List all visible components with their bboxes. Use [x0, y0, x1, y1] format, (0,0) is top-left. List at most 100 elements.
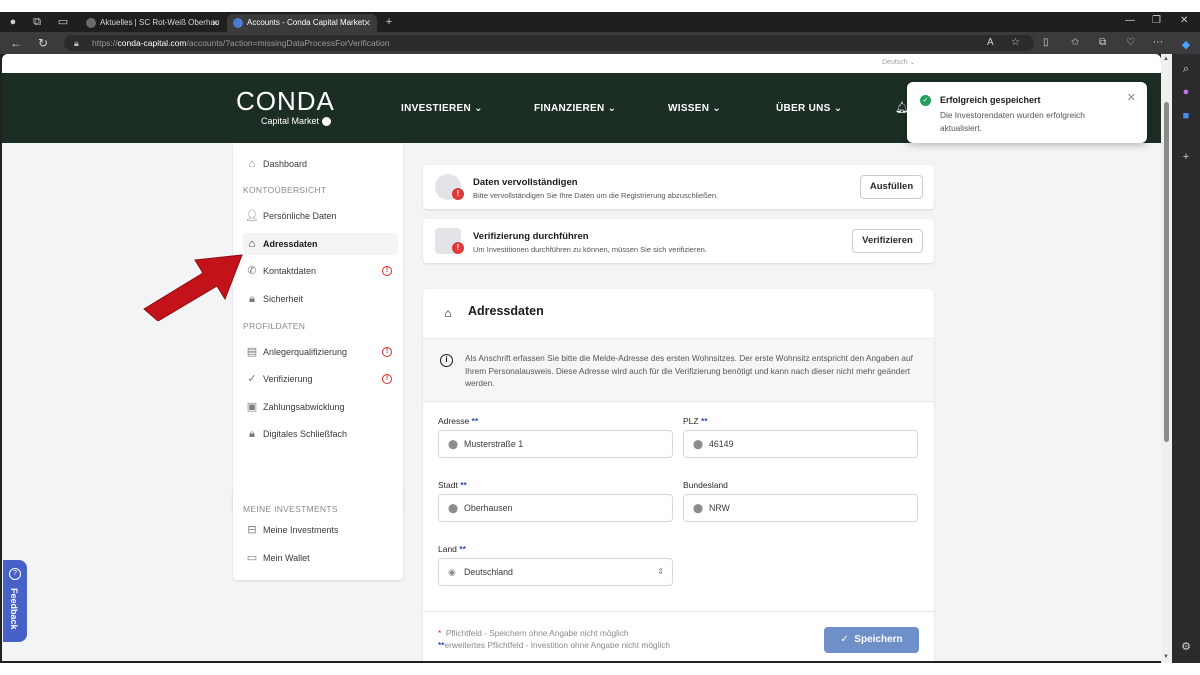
nav-wissen[interactable]: WISSEN ⌄ — [668, 103, 721, 114]
conda-logo[interactable]: CONDA — [236, 86, 335, 117]
split-screen-icon[interactable]: ▯ — [1043, 37, 1049, 48]
browser-essentials-icon[interactable]: ♡ — [1126, 37, 1135, 48]
account-sidebar: ⌂ Dashboard KONTOÜBERSICHT 👤︎ Persönliche … — [233, 143, 403, 513]
more-menu-icon[interactable]: ⋯ — [1153, 37, 1163, 48]
read-aloud-icon[interactable]: A — [987, 37, 994, 48]
sidebar-item-meine-investments[interactable]: ⊟ Meine Investments — [243, 519, 398, 541]
favorite-star-icon[interactable]: ☆ — [1011, 37, 1020, 48]
tab-close-icon[interactable]: ✕ — [363, 14, 371, 32]
home-outline-icon: ⌂ — [444, 306, 452, 320]
success-check-icon: ✓ — [920, 95, 931, 106]
phone-icon: ✆ — [247, 265, 257, 277]
nav-label: WISSEN — [668, 103, 710, 114]
sidebar-item-mein-wallet[interactable]: ▭ Mein Wallet — [243, 547, 398, 569]
adresse-label: Adresse ** — [438, 416, 478, 426]
url-prefix: https:// — [92, 38, 118, 48]
toast-message: Die Investorendaten wurden erfolgreich a… — [940, 110, 1085, 133]
warning-icon: ! — [382, 374, 392, 384]
globe-icon: ◉ — [448, 567, 456, 577]
settings-gear-icon[interactable]: ⚙ — [1179, 640, 1193, 654]
browser-sidebar: ◆ ⌕ ● ■ + ⚙ — [1172, 39, 1200, 663]
minimize-icon[interactable]: — — [1125, 15, 1135, 26]
check-circle-icon: ✓ — [247, 373, 257, 385]
sidebar-section-kontouebersicht: KONTOÜBERSICHT — [243, 185, 327, 195]
verifizieren-button[interactable]: Verifizieren — [852, 229, 923, 253]
bundesland-input[interactable]: ⬤ NRW — [683, 494, 918, 522]
document-icon: ▤ — [246, 346, 258, 358]
sidebar-item-label: Adressdaten — [263, 239, 318, 249]
maximize-icon[interactable]: ❐ — [1152, 15, 1161, 26]
stadt-input[interactable]: ⬤ Oberhausen — [438, 494, 673, 522]
feedback-label: Feedback — [9, 588, 19, 630]
sidebar-item-label: Anlegerqualifizierung — [263, 347, 348, 357]
investments-sidebar: MEINE INVESTMENTS ⊟ Meine Investments ▭ Me… — [233, 487, 403, 580]
sidebar-item-kontaktdaten[interactable]: ✆ Kontaktdaten! — [243, 260, 398, 282]
save-button[interactable]: ✓ Speichern — [824, 627, 919, 653]
add-sidebar-app-icon[interactable]: + — [1179, 150, 1193, 164]
tab-actions-icon[interactable]: ▭ — [56, 15, 70, 29]
task-subtitle: Um Investitionen durchführen zu können, … — [473, 245, 707, 254]
tab-close-icon[interactable]: ✕ — [211, 14, 219, 32]
nav-finanzieren[interactable]: FINANZIEREN ⌄ — [534, 103, 616, 114]
tab-favicon-icon — [86, 18, 96, 28]
collections-icon[interactable]: ⧉ — [1099, 37, 1106, 48]
profile-avatar-icon[interactable]: ● — [6, 15, 20, 29]
plz-input[interactable]: ⬤ 46149 — [683, 430, 918, 458]
sidebar-item-anlegerqualifizierung[interactable]: ▤ Anlegerqualifizierung! — [243, 341, 398, 363]
nav-ueber-uns[interactable]: ÜBER UNS ⌄ — [776, 103, 842, 114]
copilot-icon[interactable]: ◆ — [1179, 38, 1193, 52]
scroll-down-icon[interactable]: ▼ — [1163, 654, 1169, 660]
land-select[interactable]: ◉ Deutschland ⇕ — [438, 558, 673, 586]
sidebar-item-label: Digitales Schließfach — [263, 429, 348, 439]
required-note: * Pflichtfeld - Speichern ohne Angabe ni… — [438, 628, 629, 638]
workspaces-icon[interactable]: ⧉ — [30, 15, 44, 29]
address-form-card: ⌂ Adressdaten i Als Anschrift erfassen S… — [423, 289, 934, 661]
shopping-icon[interactable]: ● — [1179, 85, 1193, 99]
ausfuellen-button[interactable]: Ausfüllen — [860, 175, 923, 199]
title-bar: ● ⧉ ▭ Aktuelles | SC Rot-Weiß Oberhau ✕ … — [0, 12, 1200, 32]
info-box: i Als Anschrift erfassen Sie bitte die M… — [423, 338, 934, 402]
location-pin-icon: ⬤ — [693, 439, 704, 449]
task-title: Verifizierung durchführen — [473, 231, 589, 242]
favorites-icon[interactable]: ✩ — [1071, 37, 1079, 48]
extended-note-text: erweitertes Pflichtfeld - Investition oh… — [444, 640, 670, 650]
nav-label: INVESTIEREN — [401, 103, 471, 114]
outlook-icon[interactable]: ■ — [1179, 109, 1193, 123]
tab-favicon-icon — [233, 18, 243, 28]
lock-icon: 🔒︎ — [249, 293, 255, 305]
close-window-icon[interactable]: ✕ — [1180, 15, 1188, 26]
bag-icon: ⊟ — [247, 524, 257, 536]
page-scrollbar[interactable]: ▲ ▼ — [1161, 54, 1172, 663]
scroll-up-icon[interactable]: ▲ — [1163, 56, 1169, 62]
sidebar-item-zahlungsabwicklung[interactable]: ▣ Zahlungsabwicklung — [243, 396, 398, 418]
sidebar-item-digitales-schliessfach[interactable]: 🔒︎ Digitales Schließfach — [243, 423, 398, 445]
refresh-icon[interactable]: ↻ — [38, 36, 48, 50]
sidebar-item-verifizierung[interactable]: ✓ Verifizierung! — [243, 368, 398, 390]
tab-conda-accounts[interactable]: Accounts - Conda Capital Market ✕ — [227, 14, 377, 32]
check-icon: ✓ — [840, 634, 849, 645]
form-title: Adressdaten — [468, 304, 544, 318]
sidebar-item-dashboard[interactable]: ⌂ Dashboard — [243, 153, 398, 175]
nav-investieren[interactable]: INVESTIEREN ⌄ — [401, 103, 483, 114]
input-value: Musterstraße 1 — [464, 439, 524, 449]
back-icon[interactable]: ← — [10, 36, 22, 50]
language-select[interactable]: Deutsch ⌄ — [882, 58, 916, 66]
tab-sc-rot-weiss[interactable]: Aktuelles | SC Rot-Weiß Oberhau ✕ — [80, 14, 225, 32]
new-tab-icon[interactable]: + — [382, 15, 396, 29]
lock-icon: 🔒︎ — [74, 38, 79, 48]
input-value: Oberhausen — [464, 503, 513, 513]
warning-icon: ! — [382, 266, 392, 276]
close-icon[interactable]: ✕ — [1127, 91, 1136, 104]
label-text: Land — [438, 544, 457, 554]
home-outline-icon: ⌂ — [248, 158, 256, 170]
sidebar-item-adressdaten[interactable]: ⌂ Adressdaten — [243, 233, 398, 255]
sidebar-item-sicherheit[interactable]: 🔒︎ Sicherheit — [243, 288, 398, 310]
sidebar-item-persoenliche-daten[interactable]: 👤︎ Persönliche Daten — [243, 205, 398, 227]
adresse-input[interactable]: ⬤ Musterstraße 1 — [438, 430, 673, 458]
feedback-tab[interactable]: ? Feedback — [3, 560, 27, 642]
user-icon: 👤︎ — [245, 210, 259, 222]
search-icon[interactable]: ⌕ — [1179, 62, 1193, 76]
url-field[interactable]: 🔒︎ https://conda-capital.com/accounts/?a… — [64, 35, 1034, 51]
scroll-thumb[interactable] — [1164, 102, 1169, 442]
sidebar-item-label: Sicherheit — [263, 294, 304, 304]
